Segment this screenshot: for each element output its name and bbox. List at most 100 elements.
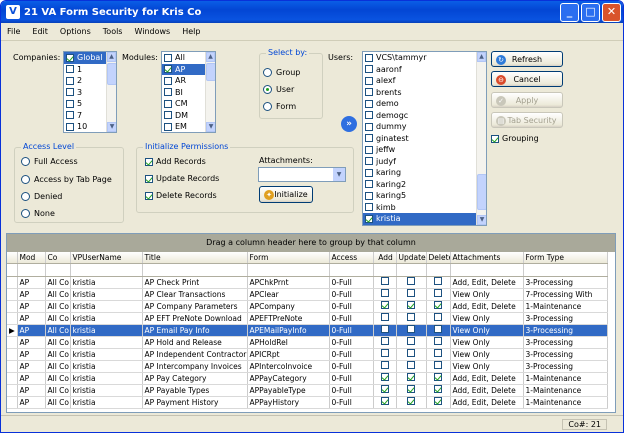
table-row[interactable]: AP All Co kristia AP Company Parameters APCo… bbox=[7, 300, 608, 314]
checkbox-icon[interactable] bbox=[66, 76, 74, 85]
access-full-radio[interactable]: Full Access bbox=[21, 157, 78, 166]
filter-cell[interactable] bbox=[426, 263, 451, 278]
users-item[interactable]: karing bbox=[363, 167, 486, 179]
add-checkbox[interactable] bbox=[380, 325, 389, 334]
update-checkbox[interactable] bbox=[407, 361, 415, 370]
companies-list[interactable]: Global 1 2 3 5 7 10 ▲ ▼ bbox=[63, 51, 117, 133]
add-checkbox[interactable] bbox=[380, 349, 389, 358]
checkbox-icon[interactable] bbox=[66, 88, 74, 97]
delete-checkbox[interactable] bbox=[434, 361, 442, 370]
scroll-up-icon[interactable]: ▲ bbox=[107, 52, 116, 62]
users-item[interactable]: VCS\tammyr bbox=[363, 52, 486, 64]
delete-checkbox[interactable] bbox=[434, 385, 442, 394]
access-none-radio[interactable]: None bbox=[21, 209, 55, 218]
expand-icon[interactable]: » bbox=[341, 116, 357, 132]
table-row[interactable]: AP All Co kristia AP Intercompany Invoices A… bbox=[7, 360, 608, 374]
companies-scrollbar[interactable]: ▲ ▼ bbox=[106, 52, 116, 132]
scroll-up-icon[interactable]: ▲ bbox=[206, 52, 215, 62]
users-item[interactable]: brents bbox=[363, 87, 486, 99]
users-item[interactable]: judyf bbox=[363, 156, 486, 168]
add-checkbox[interactable] bbox=[380, 277, 389, 286]
select-by-group-radio[interactable]: Group bbox=[263, 68, 300, 77]
checkbox-icon[interactable] bbox=[365, 65, 373, 74]
table-row[interactable]: AP All Co kristia AP EFT PreNote Download AP… bbox=[7, 312, 608, 326]
delete-checkbox[interactable] bbox=[434, 277, 442, 286]
checkbox-icon[interactable] bbox=[365, 157, 373, 166]
update-checkbox[interactable] bbox=[407, 385, 415, 394]
grid-filter-row[interactable] bbox=[7, 263, 608, 278]
users-item[interactable]: karing2 bbox=[363, 179, 486, 191]
checkbox-icon[interactable] bbox=[365, 168, 373, 177]
delete-checkbox[interactable] bbox=[434, 313, 442, 322]
title-bar[interactable]: V 21 VA Form Security for Kris Co _ □ ✕ bbox=[1, 1, 623, 23]
column-header-co[interactable]: Co bbox=[45, 252, 71, 265]
modules-list[interactable]: All AP AR BI CM DM EM ▲ ▼ bbox=[161, 51, 216, 133]
checkbox-icon[interactable] bbox=[365, 214, 373, 223]
table-row[interactable]: AP All Co kristia AP Payment History APPayHi… bbox=[7, 396, 608, 410]
checkbox-icon[interactable] bbox=[365, 191, 373, 200]
update-checkbox[interactable] bbox=[407, 289, 415, 298]
filter-cell[interactable] bbox=[329, 263, 374, 278]
column-header-title[interactable]: Title bbox=[142, 252, 248, 265]
menu-windows[interactable]: Windows bbox=[128, 27, 176, 36]
users-item[interactable]: kimb bbox=[363, 202, 486, 214]
checkbox-icon[interactable] bbox=[66, 122, 74, 131]
users-list[interactable]: VCS\tammyr aaronf alexf brents demo demogc dum… bbox=[362, 51, 487, 226]
delete-checkbox[interactable] bbox=[434, 325, 442, 334]
delete-checkbox[interactable] bbox=[434, 349, 442, 358]
add-checkbox[interactable] bbox=[380, 397, 389, 406]
access-denied-radio[interactable]: Denied bbox=[21, 192, 62, 201]
menu-edit[interactable]: Edit bbox=[26, 27, 54, 36]
add-checkbox[interactable] bbox=[380, 289, 389, 298]
filter-cell[interactable] bbox=[17, 263, 46, 278]
checkbox-icon[interactable] bbox=[365, 134, 373, 143]
checkbox-icon[interactable] bbox=[365, 203, 373, 212]
select-by-form-radio[interactable]: Form bbox=[263, 102, 296, 111]
column-header-add[interactable]: Add bbox=[373, 252, 397, 265]
table-row[interactable]: AP All Co kristia AP Clear Transactions APCl… bbox=[7, 288, 608, 302]
table-row[interactable]: AP All Co kristia AP Payable Types APPayable… bbox=[7, 384, 608, 398]
delete-records-checkbox[interactable]: Delete Records bbox=[145, 191, 217, 200]
column-header-update[interactable]: Update bbox=[396, 252, 427, 265]
checkbox-icon[interactable] bbox=[66, 53, 74, 62]
filter-cell[interactable] bbox=[373, 263, 397, 278]
delete-checkbox[interactable] bbox=[434, 373, 442, 382]
scroll-thumb[interactable] bbox=[107, 63, 116, 85]
update-checkbox[interactable] bbox=[407, 373, 415, 382]
column-header-vpusername[interactable]: VPUserName bbox=[70, 252, 143, 265]
add-checkbox[interactable] bbox=[380, 313, 389, 322]
filter-cell[interactable] bbox=[247, 263, 330, 278]
chevron-down-icon[interactable]: ▼ bbox=[333, 168, 345, 181]
update-checkbox[interactable] bbox=[407, 397, 415, 406]
checkbox-icon[interactable] bbox=[66, 99, 74, 108]
scroll-thumb[interactable] bbox=[477, 174, 486, 210]
add-checkbox[interactable] bbox=[380, 361, 389, 370]
checkbox-icon[interactable] bbox=[164, 111, 172, 120]
table-row[interactable]: AP All Co kristia AP Hold and Release APHold… bbox=[7, 336, 608, 350]
update-checkbox[interactable] bbox=[407, 313, 415, 322]
menu-file[interactable]: File bbox=[1, 27, 26, 36]
menu-options[interactable]: Options bbox=[54, 27, 97, 36]
refresh-button[interactable]: ↻ Refresh bbox=[491, 51, 563, 67]
update-checkbox[interactable] bbox=[407, 301, 415, 310]
scroll-down-icon[interactable]: ▼ bbox=[107, 122, 116, 132]
attachments-combo[interactable]: ▼ bbox=[258, 167, 346, 182]
users-item[interactable]: jeffw bbox=[363, 144, 486, 156]
tab-security-button[interactable]: ▤ Tab Security bbox=[491, 112, 563, 128]
users-item[interactable]: alexf bbox=[363, 75, 486, 87]
group-by-area[interactable]: Drag a column header here to group by th… bbox=[7, 234, 615, 252]
delete-checkbox[interactable] bbox=[434, 397, 442, 406]
column-header-access[interactable]: Access bbox=[329, 252, 374, 265]
select-by-user-radio[interactable]: User bbox=[263, 85, 294, 94]
access-by-tab-radio[interactable]: Access by Tab Page bbox=[21, 175, 112, 184]
users-scrollbar[interactable]: ▲ ▼ bbox=[476, 52, 486, 225]
table-row[interactable]: AP All Co kristia AP Independent Contractor… bbox=[7, 348, 608, 362]
checkbox-icon[interactable] bbox=[66, 65, 74, 74]
checkbox-icon[interactable] bbox=[164, 76, 172, 85]
update-checkbox[interactable] bbox=[407, 337, 415, 346]
table-row[interactable]: ▶ AP All Co kristia AP Email Pay Info APEMail… bbox=[7, 324, 608, 338]
checkbox-icon[interactable] bbox=[365, 99, 373, 108]
add-checkbox[interactable] bbox=[380, 301, 389, 310]
filter-cell[interactable] bbox=[45, 263, 71, 278]
filter-cell[interactable] bbox=[142, 263, 248, 278]
